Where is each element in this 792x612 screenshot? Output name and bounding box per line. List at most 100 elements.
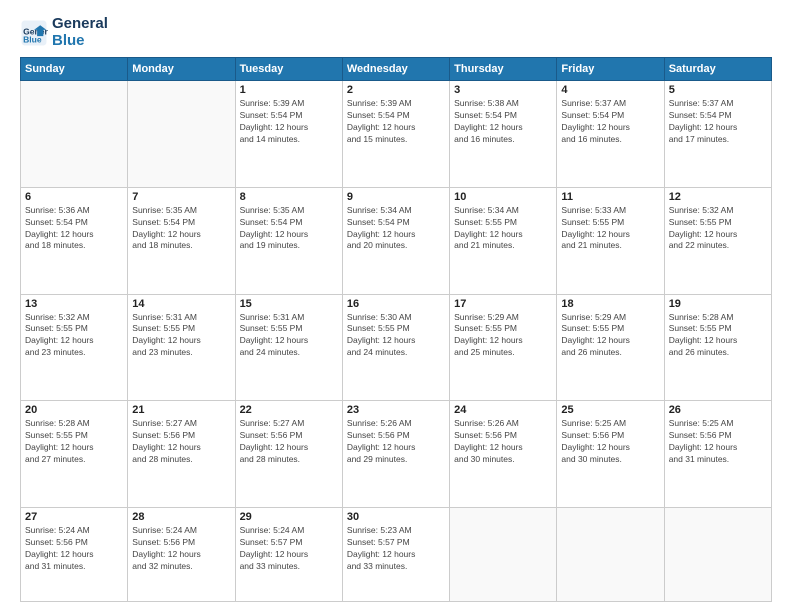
day-info: Sunrise: 5:30 AM Sunset: 5:55 PM Dayligh… <box>347 312 445 360</box>
calendar-cell: 24 Sunrise: 5:26 AM Sunset: 5:56 PM Dayli… <box>450 401 557 508</box>
day-number: 16 <box>347 298 445 310</box>
day-info: Sunrise: 5:24 AM Sunset: 5:56 PM Dayligh… <box>25 525 123 573</box>
day-info: Sunrise: 5:25 AM Sunset: 5:56 PM Dayligh… <box>561 418 659 466</box>
day-info: Sunrise: 5:39 AM Sunset: 5:54 PM Dayligh… <box>240 98 338 146</box>
day-info: Sunrise: 5:39 AM Sunset: 5:54 PM Dayligh… <box>347 98 445 146</box>
calendar-cell: 7Sunrise: 5:35 AM Sunset: 5:54 PM Daylig… <box>128 187 235 294</box>
day-number: 8 <box>240 191 338 203</box>
day-number: 25 <box>561 404 659 416</box>
day-number: 10 <box>454 191 552 203</box>
day-number: 14 <box>132 298 230 310</box>
day-info: Sunrise: 5:34 AM Sunset: 5:54 PM Dayligh… <box>347 205 445 253</box>
day-number: 23 <box>347 404 445 416</box>
day-info: Sunrise: 5:37 AM Sunset: 5:54 PM Dayligh… <box>561 98 659 146</box>
day-info: Sunrise: 5:35 AM Sunset: 5:54 PM Dayligh… <box>240 205 338 253</box>
day-number: 27 <box>25 511 123 523</box>
day-number: 21 <box>132 404 230 416</box>
day-info: Sunrise: 5:35 AM Sunset: 5:54 PM Dayligh… <box>132 205 230 253</box>
calendar-cell: 26 Sunrise: 5:25 AM Sunset: 5:56 PM Dayli… <box>664 401 771 508</box>
day-info: Sunrise: 5:27 AM Sunset: 5:56 PM Dayligh… <box>132 418 230 466</box>
day-number: 29 <box>240 511 338 523</box>
calendar-cell: 13 Sunrise: 5:32 AM Sunset: 5:55 PM Dayli… <box>21 294 128 401</box>
day-info: Sunrise: 5:24 AM Sunset: 5:56 PM Dayligh… <box>132 525 230 573</box>
day-info: Sunrise: 5:38 AM Sunset: 5:54 PM Dayligh… <box>454 98 552 146</box>
day-number: 9 <box>347 191 445 203</box>
day-number: 30 <box>347 511 445 523</box>
calendar-cell: 29 Sunrise: 5:24 AM Sunset: 5:57 PM Dayli… <box>235 508 342 602</box>
calendar-cell: 25 Sunrise: 5:25 AM Sunset: 5:56 PM Dayli… <box>557 401 664 508</box>
calendar-cell: 3 Sunrise: 5:38 AM Sunset: 5:54 PM Daylig… <box>450 81 557 188</box>
day-number: 13 <box>25 298 123 310</box>
calendar-cell: 11 Sunrise: 5:33 AM Sunset: 5:55 PM Dayli… <box>557 187 664 294</box>
day-number: 22 <box>240 404 338 416</box>
calendar-cell: 6Sunrise: 5:36 AM Sunset: 5:54 PM Daylig… <box>21 187 128 294</box>
header-tuesday: Tuesday <box>235 58 342 81</box>
day-number: 19 <box>669 298 767 310</box>
day-number: 3 <box>454 84 552 96</box>
header-saturday: Saturday <box>664 58 771 81</box>
day-info: Sunrise: 5:23 AM Sunset: 5:57 PM Dayligh… <box>347 525 445 573</box>
calendar-cell: 19Sunrise: 5:28 AM Sunset: 5:55 PM Dayli… <box>664 294 771 401</box>
calendar-cell: 8 Sunrise: 5:35 AM Sunset: 5:54 PM Daylig… <box>235 187 342 294</box>
day-info: Sunrise: 5:26 AM Sunset: 5:56 PM Dayligh… <box>347 418 445 466</box>
calendar-cell: 18 Sunrise: 5:29 AM Sunset: 5:55 PM Dayli… <box>557 294 664 401</box>
day-number: 4 <box>561 84 659 96</box>
calendar-table: Sunday Monday Tuesday Wednesday Thursday… <box>20 57 772 602</box>
day-number: 11 <box>561 191 659 203</box>
header-monday: Monday <box>128 58 235 81</box>
calendar-cell <box>450 508 557 602</box>
calendar-cell: 17Sunrise: 5:29 AM Sunset: 5:55 PM Dayli… <box>450 294 557 401</box>
calendar-cell: 15Sunrise: 5:31 AM Sunset: 5:55 PM Dayli… <box>235 294 342 401</box>
page: General Blue General Blue Sunday Monday … <box>0 0 792 612</box>
day-number: 12 <box>669 191 767 203</box>
day-info: Sunrise: 5:32 AM Sunset: 5:55 PM Dayligh… <box>669 205 767 253</box>
calendar-cell: 28 Sunrise: 5:24 AM Sunset: 5:56 PM Dayli… <box>128 508 235 602</box>
calendar-cell: 10 Sunrise: 5:34 AM Sunset: 5:55 PM Dayli… <box>450 187 557 294</box>
day-number: 1 <box>240 84 338 96</box>
day-info: Sunrise: 5:33 AM Sunset: 5:55 PM Dayligh… <box>561 205 659 253</box>
day-number: 6 <box>25 191 123 203</box>
header-thursday: Thursday <box>450 58 557 81</box>
calendar-cell: 27 Sunrise: 5:24 AM Sunset: 5:56 PM Dayli… <box>21 508 128 602</box>
calendar-cell: 9 Sunrise: 5:34 AM Sunset: 5:54 PM Daylig… <box>342 187 449 294</box>
calendar-cell <box>664 508 771 602</box>
calendar-cell: 21 Sunrise: 5:27 AM Sunset: 5:56 PM Dayli… <box>128 401 235 508</box>
day-number: 5 <box>669 84 767 96</box>
day-info: Sunrise: 5:26 AM Sunset: 5:56 PM Dayligh… <box>454 418 552 466</box>
calendar-cell: 12 Sunrise: 5:32 AM Sunset: 5:55 PM Dayli… <box>664 187 771 294</box>
calendar-cell: 20Sunrise: 5:28 AM Sunset: 5:55 PM Dayli… <box>21 401 128 508</box>
header: General Blue General Blue <box>20 16 772 49</box>
day-number: 24 <box>454 404 552 416</box>
day-info: Sunrise: 5:29 AM Sunset: 5:55 PM Dayligh… <box>454 312 552 360</box>
calendar-cell: 2 Sunrise: 5:39 AM Sunset: 5:54 PM Daylig… <box>342 81 449 188</box>
day-info: Sunrise: 5:27 AM Sunset: 5:56 PM Dayligh… <box>240 418 338 466</box>
day-info: Sunrise: 5:37 AM Sunset: 5:54 PM Dayligh… <box>669 98 767 146</box>
day-info: Sunrise: 5:32 AM Sunset: 5:55 PM Dayligh… <box>25 312 123 360</box>
calendar-cell: 23 Sunrise: 5:26 AM Sunset: 5:56 PM Dayli… <box>342 401 449 508</box>
day-number: 18 <box>561 298 659 310</box>
logo-icon: General Blue <box>20 19 48 47</box>
header-wednesday: Wednesday <box>342 58 449 81</box>
calendar-cell <box>557 508 664 602</box>
day-number: 2 <box>347 84 445 96</box>
day-number: 28 <box>132 511 230 523</box>
weekday-header-row: Sunday Monday Tuesday Wednesday Thursday… <box>21 58 772 81</box>
day-info: Sunrise: 5:24 AM Sunset: 5:57 PM Dayligh… <box>240 525 338 573</box>
day-number: 26 <box>669 404 767 416</box>
calendar-cell: 14 Sunrise: 5:31 AM Sunset: 5:55 PM Dayli… <box>128 294 235 401</box>
day-info: Sunrise: 5:29 AM Sunset: 5:55 PM Dayligh… <box>561 312 659 360</box>
day-info: Sunrise: 5:34 AM Sunset: 5:55 PM Dayligh… <box>454 205 552 253</box>
calendar-cell <box>128 81 235 188</box>
calendar-cell: 4 Sunrise: 5:37 AM Sunset: 5:54 PM Daylig… <box>557 81 664 188</box>
day-number: 15 <box>240 298 338 310</box>
header-friday: Friday <box>557 58 664 81</box>
calendar-cell: 5 Sunrise: 5:37 AM Sunset: 5:54 PM Daylig… <box>664 81 771 188</box>
header-sunday: Sunday <box>21 58 128 81</box>
calendar-cell: 16 Sunrise: 5:30 AM Sunset: 5:55 PM Dayli… <box>342 294 449 401</box>
day-info: Sunrise: 5:25 AM Sunset: 5:56 PM Dayligh… <box>669 418 767 466</box>
calendar-cell <box>21 81 128 188</box>
logo-general: General <box>52 16 108 33</box>
logo: General Blue General Blue <box>20 16 108 49</box>
day-info: Sunrise: 5:31 AM Sunset: 5:55 PM Dayligh… <box>132 312 230 360</box>
calendar-cell: 1 Sunrise: 5:39 AM Sunset: 5:54 PM Daylig… <box>235 81 342 188</box>
